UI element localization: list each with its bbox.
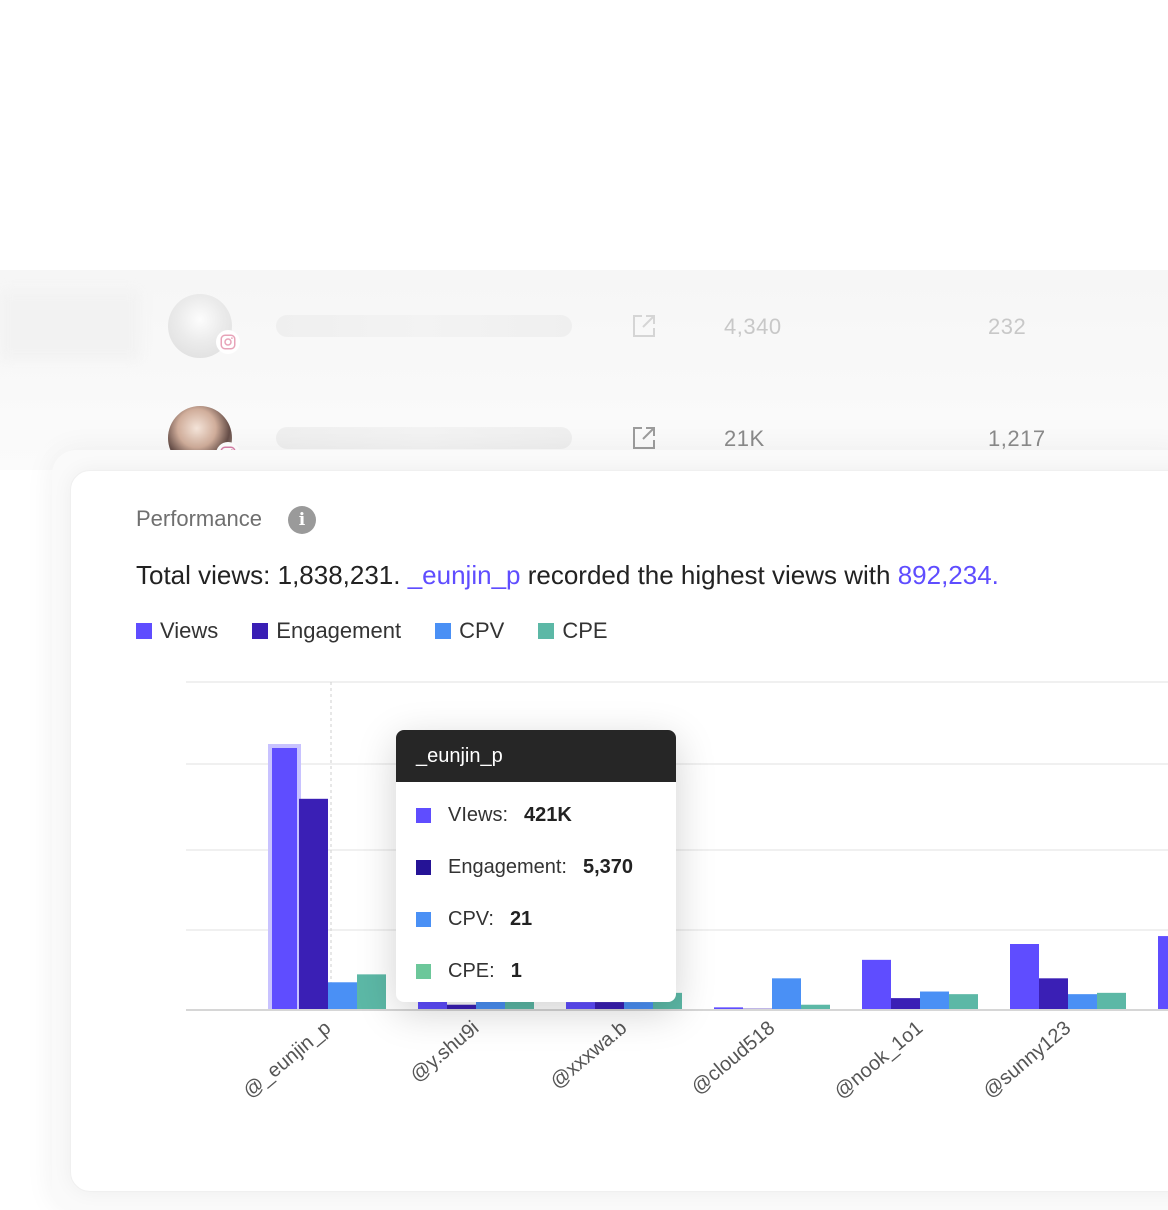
external-link-icon[interactable] xyxy=(630,424,658,452)
bar-cpe xyxy=(357,974,386,1010)
summary-prefix: Total views: 1,838,231. xyxy=(136,560,408,590)
summary-text: Total views: 1,838,231. _eunjin_p record… xyxy=(136,560,999,591)
bar-cpv xyxy=(772,978,801,1010)
list-row[interactable]: 4,340 232 xyxy=(0,294,1168,374)
bar-cpv xyxy=(328,982,357,1010)
bar-cpv xyxy=(624,1002,653,1010)
name-placeholder xyxy=(276,427,572,449)
bar-engagement xyxy=(1039,978,1068,1010)
legend-item-cpv[interactable]: CPV xyxy=(435,618,504,644)
panel-title: Performance xyxy=(136,506,262,531)
legend-label: Views xyxy=(160,618,219,643)
legend-swatch xyxy=(252,623,269,639)
x-tick-label: @y.shu9i xyxy=(406,1017,483,1087)
tooltip-row-cpe: CPE: 1 xyxy=(416,960,522,983)
external-link-icon[interactable] xyxy=(630,312,658,340)
tooltip-value: 1 xyxy=(510,960,522,982)
instagram-icon xyxy=(216,330,240,354)
x-tick-label: @cloud518 xyxy=(687,1017,779,1099)
legend-label: CPV xyxy=(459,618,505,643)
views-value: 21K xyxy=(724,426,765,451)
tooltip-value: 421K xyxy=(524,804,572,826)
chart-tooltip: _eunjin_p VIews: 421K Engagement: 5,370 … xyxy=(396,730,676,1002)
legend-item-views[interactable]: Views xyxy=(136,618,218,644)
tooltip-swatch xyxy=(416,860,431,875)
bar-cpe xyxy=(1097,992,1126,1010)
name-placeholder xyxy=(276,315,572,337)
bar-views xyxy=(1010,944,1039,1010)
summary-mid: recorded the highest views with xyxy=(520,560,898,590)
tooltip-label: VIews: xyxy=(448,804,509,826)
bar-cpv xyxy=(1068,994,1097,1010)
bar-views xyxy=(272,748,297,1010)
tooltip-row-cpv: CPV: 21 xyxy=(416,908,532,931)
tooltip-swatch xyxy=(416,808,431,823)
tooltip-swatch xyxy=(416,912,431,927)
tooltip-row-views: VIews: 421K xyxy=(416,804,572,827)
summary-top-user[interactable]: _eunjin_p xyxy=(408,560,521,590)
summary-top-value: 892,234. xyxy=(897,560,999,590)
tooltip-label: CPE: xyxy=(448,960,495,982)
bar-views xyxy=(1158,936,1168,1010)
legend-item-cpe[interactable]: CPE xyxy=(538,618,608,644)
engagement-value: 1,217 xyxy=(988,426,1046,451)
bar-cpv xyxy=(920,991,949,1010)
bar-views xyxy=(566,1002,595,1010)
legend-swatch xyxy=(538,623,555,639)
bar-engagement xyxy=(595,1002,624,1010)
x-tick-label: @_eunjin_p xyxy=(239,1017,335,1103)
tooltip-value: 5,370 xyxy=(582,856,634,878)
tooltip-value: 21 xyxy=(509,908,533,930)
bar-engagement xyxy=(299,798,328,1010)
legend-swatch xyxy=(435,623,452,639)
legend-label: CPE xyxy=(562,618,608,643)
tooltip-row-engagement: Engagement: 5,370 xyxy=(416,856,633,879)
legend-label: Engagement xyxy=(276,618,402,643)
x-tick-label: @xxxwa.b xyxy=(546,1017,631,1093)
views-value: 4,340 xyxy=(724,314,782,339)
tooltip-swatch xyxy=(416,964,431,979)
chart-legend: Views Engagement CPV CPE xyxy=(136,618,608,644)
bar-cpe xyxy=(949,994,978,1010)
tooltip-title: _eunjin_p xyxy=(396,730,676,782)
legend-item-engagement[interactable]: Engagement xyxy=(252,618,401,644)
engagement-value: 232 xyxy=(988,314,1027,339)
bar-engagement xyxy=(891,998,920,1010)
x-tick-label: @sunny123 xyxy=(979,1017,1075,1103)
legend-swatch xyxy=(136,623,152,639)
tooltip-label: CPV: xyxy=(448,908,494,930)
info-icon[interactable]: i xyxy=(288,506,316,534)
tooltip-label: Engagement: xyxy=(448,856,567,878)
x-tick-label: @nook_1o1 xyxy=(830,1017,927,1103)
bar-views xyxy=(862,959,891,1010)
